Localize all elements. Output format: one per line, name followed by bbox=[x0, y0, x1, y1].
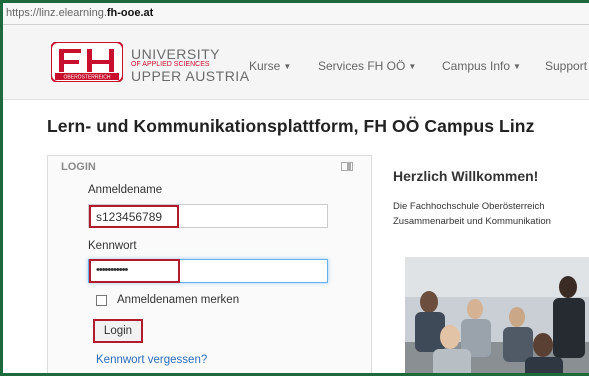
welcome-text: Die Fachhochschule Oberösterreich Zusamm… bbox=[393, 199, 551, 229]
nav-campus-info[interactable]: Campus Info ▼ bbox=[442, 59, 521, 73]
welcome-line2: Zusammenarbeit und Kommunikation bbox=[393, 216, 551, 227]
fh-logo[interactable]: OBERÖSTERREICH bbox=[51, 42, 123, 82]
login-title: LOGIN bbox=[61, 161, 96, 173]
remember-checkbox[interactable] bbox=[96, 295, 107, 306]
password-value: ••••••••••• bbox=[96, 264, 128, 276]
university-wordmark: UNIVERSITY OF APPLIED SCIENCES UPPER AUS… bbox=[131, 47, 250, 83]
url-text[interactable]: https://linz.elearning.fh-ooe.at bbox=[6, 7, 153, 19]
welcome-heading: Herzlich Willkommen! bbox=[393, 168, 539, 184]
chevron-down-icon: ▼ bbox=[513, 62, 521, 71]
classroom-photo bbox=[405, 257, 589, 373]
page-title: Lern- und Kommunikationsplattform, FH OÖ… bbox=[47, 116, 535, 136]
browser-window: https://linz.elearning.fh-ooe.at OBERÖST… bbox=[0, 0, 589, 376]
forgot-password-link[interactable]: Kennwort vergessen? bbox=[96, 354, 207, 366]
login-button[interactable]: Login bbox=[93, 319, 143, 343]
remember-label[interactable]: Anmeldenamen merken bbox=[117, 294, 239, 306]
login-header: LOGIN bbox=[48, 156, 371, 176]
chevron-down-icon: ▼ bbox=[283, 62, 292, 71]
logo-small-text: OBERÖSTERREICH bbox=[64, 74, 111, 81]
wordmark-line3: UPPER AUSTRIA bbox=[131, 68, 250, 84]
wordmark-line1: UNIVERSITY bbox=[131, 46, 221, 62]
username-label: Anmeldename bbox=[88, 184, 163, 196]
site-header: OBERÖSTERREICH UNIVERSITY OF APPLIED SCI… bbox=[3, 25, 589, 100]
dock-icon[interactable] bbox=[341, 162, 353, 171]
nav-services[interactable]: Services FH OÖ ▼ bbox=[318, 59, 416, 73]
password-label: Kennwort bbox=[88, 240, 137, 252]
login-block: LOGIN Anmeldename s123456789 Kennwort ••… bbox=[47, 155, 372, 373]
address-bar[interactable]: https://linz.elearning.fh-ooe.at bbox=[3, 3, 589, 25]
nav-kurse[interactable]: Kurse ▼ bbox=[249, 59, 291, 73]
chevron-down-icon: ▼ bbox=[408, 62, 417, 71]
welcome-line1: Die Fachhochschule Oberösterreich bbox=[393, 201, 545, 212]
nav-support[interactable]: Support bbox=[545, 59, 587, 73]
username-value: s123456789 bbox=[96, 210, 163, 224]
